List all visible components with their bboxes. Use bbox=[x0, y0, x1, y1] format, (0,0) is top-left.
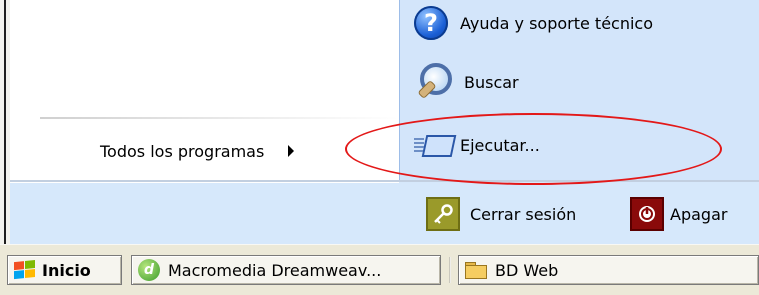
dreamweaver-icon: d bbox=[138, 259, 160, 281]
run-icon bbox=[414, 132, 457, 158]
start-menu-left-border bbox=[0, 0, 10, 244]
all-programs-label: Todos los programas bbox=[100, 141, 265, 161]
folder-icon bbox=[465, 262, 487, 279]
search-icon bbox=[414, 63, 452, 101]
help-icon: ? bbox=[414, 6, 448, 40]
power-icon bbox=[630, 197, 664, 231]
chevron-right-icon bbox=[288, 145, 295, 157]
start-label: Inicio bbox=[42, 260, 91, 280]
windows-logo-icon bbox=[14, 259, 36, 280]
help-support-item[interactable]: ? Ayuda y soporte técnico bbox=[414, 3, 653, 43]
search-label: Buscar bbox=[464, 72, 519, 92]
run-label: Ejecutar... bbox=[460, 135, 540, 155]
taskbar-divider bbox=[449, 257, 451, 283]
run-item[interactable]: Ejecutar... bbox=[414, 125, 540, 165]
task-dreamweaver-label: Macromedia Dreamweav... bbox=[168, 260, 382, 280]
start-menu: Todos los programas ? Ayuda y soporte té… bbox=[0, 0, 759, 246]
left-pane-separator bbox=[40, 117, 399, 119]
start-menu-bottom-bar: Cerrar sesión Apagar bbox=[10, 180, 759, 246]
logoff-button[interactable]: Cerrar sesión bbox=[426, 195, 576, 233]
shutdown-button[interactable]: Apagar bbox=[630, 195, 727, 233]
taskbar: Inicio d Macromedia Dreamweav... BD Web bbox=[0, 244, 759, 295]
logoff-label: Cerrar sesión bbox=[470, 204, 577, 224]
start-menu-left-pane: Todos los programas bbox=[10, 0, 399, 180]
start-menu-right-pane: ? Ayuda y soporte técnico Buscar Ejecuta… bbox=[399, 0, 759, 180]
all-programs-button[interactable]: Todos los programas bbox=[100, 138, 295, 164]
key-icon bbox=[426, 197, 460, 231]
help-support-label: Ayuda y soporte técnico bbox=[460, 13, 654, 33]
start-button[interactable]: Inicio bbox=[7, 255, 122, 285]
task-bd-web[interactable]: BD Web bbox=[458, 255, 759, 285]
search-item[interactable]: Buscar bbox=[414, 62, 519, 102]
task-bd-web-label: BD Web bbox=[495, 260, 559, 280]
task-dreamweaver[interactable]: d Macromedia Dreamweav... bbox=[131, 255, 441, 285]
shutdown-label: Apagar bbox=[670, 204, 728, 224]
